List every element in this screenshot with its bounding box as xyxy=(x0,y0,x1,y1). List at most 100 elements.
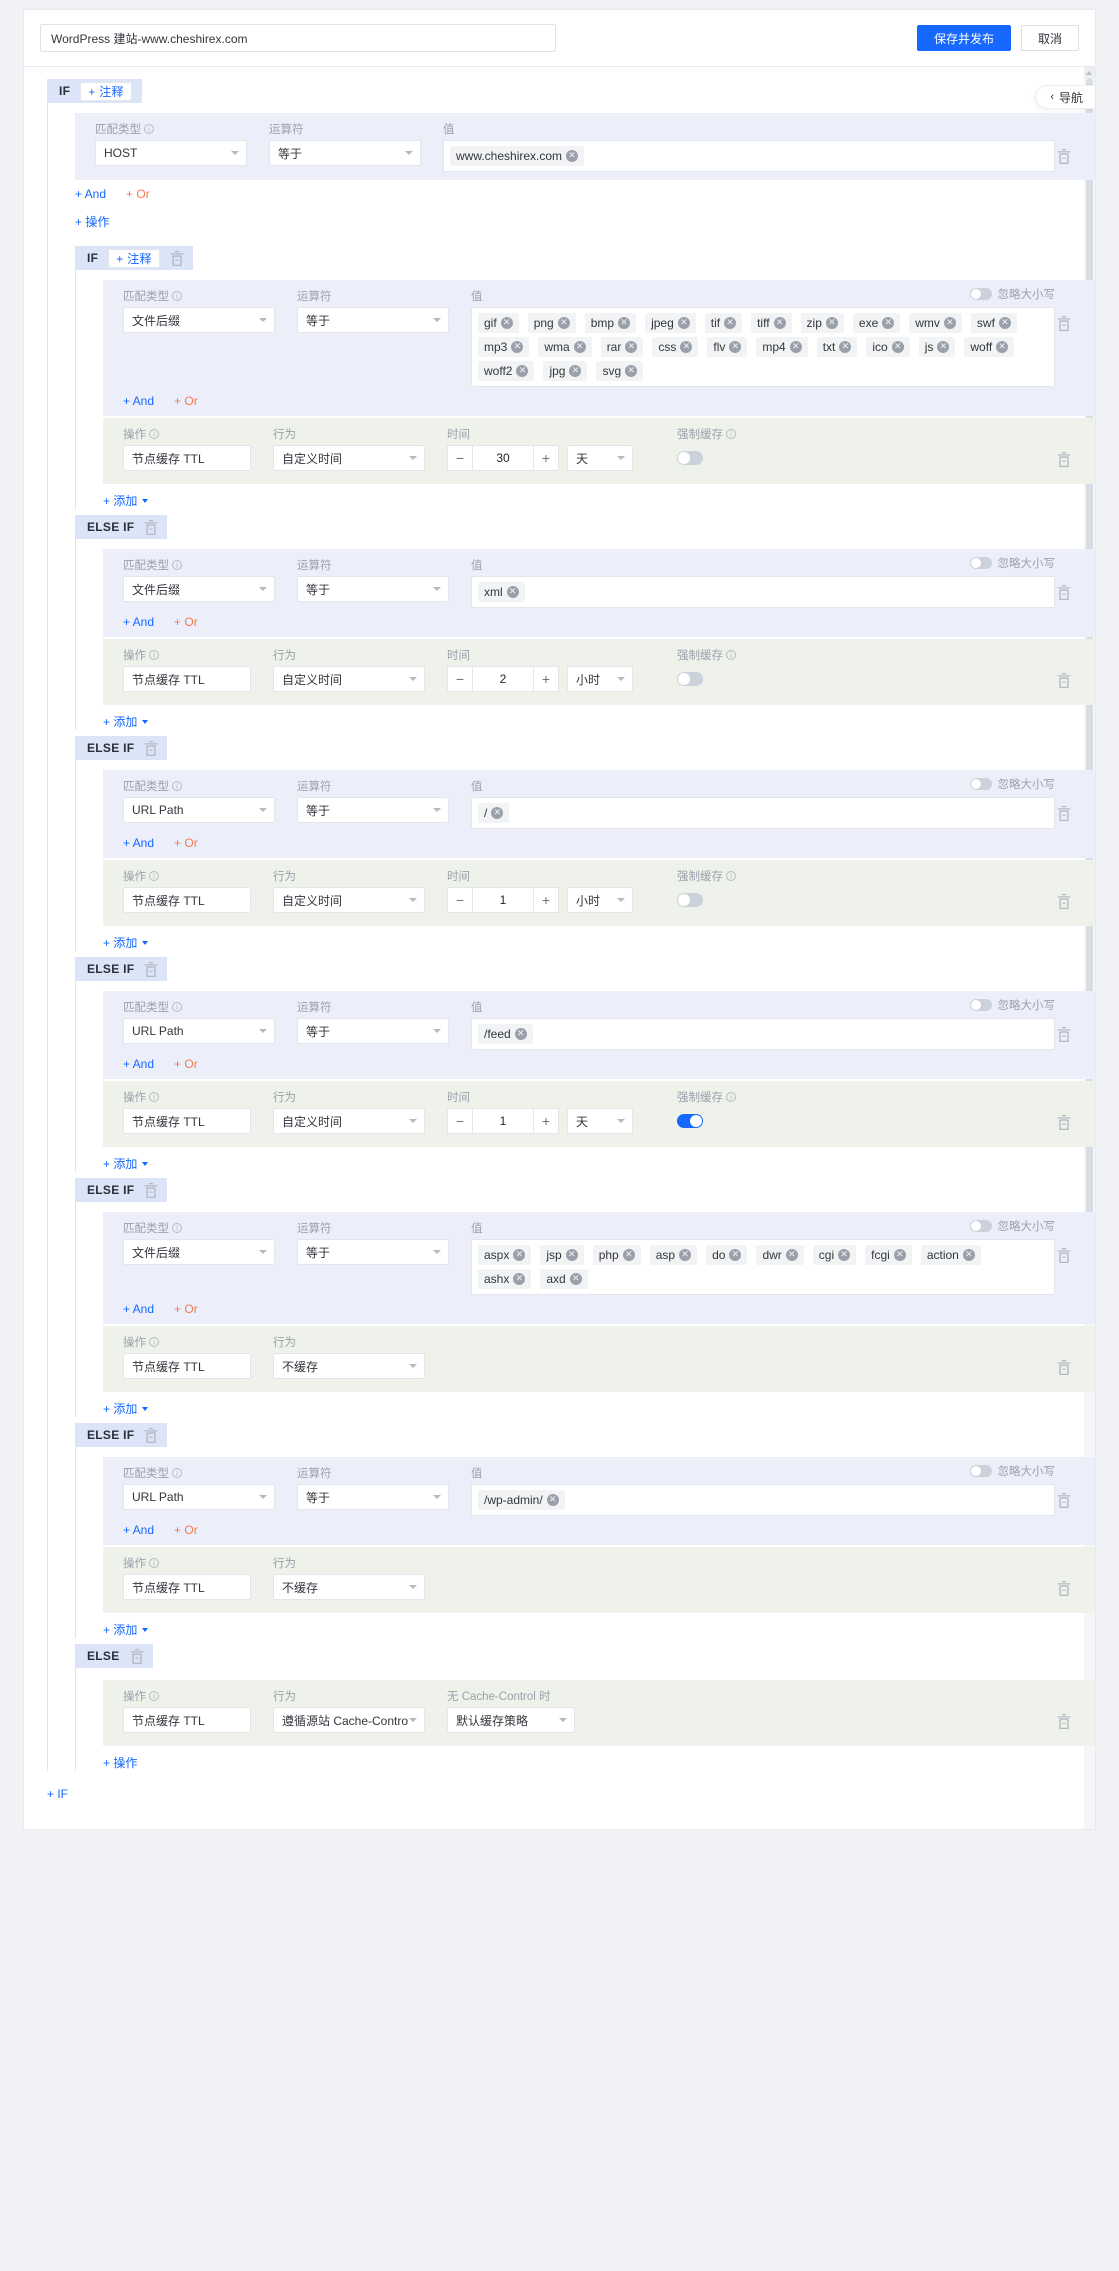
scroll-up-arrow-icon[interactable] xyxy=(1084,67,1095,78)
behavior-select[interactable]: 自定义时间 xyxy=(273,445,425,471)
root-match-type-select[interactable]: HOST xyxy=(95,140,247,166)
add-link[interactable]: + 添加 xyxy=(103,1155,137,1172)
add-or-link[interactable]: + Or xyxy=(174,394,198,408)
behavior-select[interactable]: 自定义时间 xyxy=(273,887,425,913)
remove-tag-icon[interactable]: ✕ xyxy=(569,1273,582,1285)
remove-tag-icon[interactable]: ✕ xyxy=(773,317,786,329)
ignore-case-toggle[interactable] xyxy=(969,999,992,1011)
match-type-select[interactable]: 文件后缀 xyxy=(123,576,275,602)
remove-tag-icon[interactable]: ✕ xyxy=(891,341,904,353)
remove-tag-icon[interactable]: ✕ xyxy=(729,1249,742,1261)
save-and-publish-button[interactable]: 保存并发布 xyxy=(916,25,1011,51)
remove-tag-icon[interactable]: ✕ xyxy=(618,317,631,329)
action-select[interactable]: 节点缓存 TTL xyxy=(123,1353,251,1379)
chevron-down-icon[interactable] xyxy=(142,940,149,945)
remove-tag-icon[interactable]: ✕ xyxy=(557,317,570,329)
ignore-case-toggle[interactable] xyxy=(969,288,992,300)
action-select[interactable]: 节点缓存 TTL xyxy=(123,1707,251,1733)
delete-branch-button[interactable] xyxy=(170,251,184,266)
info-icon[interactable]: i xyxy=(149,1558,159,1568)
add-action-link[interactable]: + 操作 xyxy=(75,215,109,229)
info-icon[interactable]: i xyxy=(149,1691,159,1701)
match-type-select[interactable]: URL Path xyxy=(123,1018,275,1044)
ignore-case-control[interactable]: 忽略大小写 xyxy=(969,1464,1055,1478)
add-and-link[interactable]: + And xyxy=(75,187,106,201)
add-and-link[interactable]: + And xyxy=(123,1302,154,1316)
info-icon[interactable]: i xyxy=(172,1223,182,1233)
delete-branch-button[interactable] xyxy=(144,962,158,977)
add-and-link[interactable]: + And xyxy=(123,394,154,408)
behavior-select[interactable]: 不缓存 xyxy=(273,1574,425,1600)
behavior-select[interactable]: 不缓存 xyxy=(273,1353,425,1379)
remove-tag-icon[interactable]: ✕ xyxy=(546,1494,559,1506)
remove-tag-icon[interactable]: ✕ xyxy=(785,1249,798,1261)
add-or-link[interactable]: + Or xyxy=(174,1057,198,1071)
add-and-link[interactable]: + And xyxy=(123,836,154,850)
chevron-down-icon[interactable] xyxy=(142,1406,149,1411)
delete-branch-button[interactable] xyxy=(130,1649,143,1664)
info-icon[interactable]: i xyxy=(149,650,159,660)
remove-tag-icon[interactable]: ✕ xyxy=(491,807,504,819)
remove-tag-icon[interactable]: ✕ xyxy=(500,317,513,329)
decrement-button[interactable]: − xyxy=(447,1108,473,1134)
behavior-select[interactable]: 自定义时间 xyxy=(273,666,425,692)
increment-button[interactable]: + xyxy=(533,887,559,913)
operator-select[interactable]: 等于 xyxy=(297,1018,449,1044)
delete-action-button[interactable] xyxy=(1057,673,1071,688)
time-unit-select[interactable]: 天 xyxy=(567,445,633,471)
increment-button[interactable]: + xyxy=(533,1108,559,1134)
remove-tag-icon[interactable]: ✕ xyxy=(565,1249,578,1261)
remove-tag-icon[interactable]: ✕ xyxy=(825,317,838,329)
behavior-select[interactable]: 自定义时间 xyxy=(273,1108,425,1134)
delete-branch-button[interactable] xyxy=(144,741,158,756)
ignore-case-toggle[interactable] xyxy=(969,1220,992,1232)
operator-select[interactable]: 等于 xyxy=(297,797,449,823)
ignore-case-control[interactable]: 忽略大小写 xyxy=(969,556,1055,570)
action-select[interactable]: 节点缓存 TTL xyxy=(123,1108,251,1134)
delete-branch-button[interactable] xyxy=(144,1428,158,1443)
remove-tag-icon[interactable]: ✕ xyxy=(514,1028,527,1040)
remove-tag-icon[interactable]: ✕ xyxy=(569,365,582,377)
add-or-link[interactable]: + Or xyxy=(174,615,198,629)
add-link[interactable]: + 添加 xyxy=(103,1621,137,1638)
remove-tag-icon[interactable]: ✕ xyxy=(566,150,579,162)
add-link[interactable]: + 添加 xyxy=(103,492,137,509)
remove-tag-icon[interactable]: ✕ xyxy=(838,1249,851,1261)
add-link[interactable]: + 添加 xyxy=(103,934,137,951)
cancel-button[interactable]: 取消 xyxy=(1020,25,1079,51)
remove-tag-icon[interactable]: ✕ xyxy=(513,1273,526,1285)
info-icon[interactable]: i xyxy=(172,1468,182,1478)
rule-name-input[interactable]: WordPress 建站-www.cheshirex.com xyxy=(40,24,556,52)
remove-tag-icon[interactable]: ✕ xyxy=(724,317,737,329)
delete-condition-button[interactable] xyxy=(1057,1493,1071,1508)
remove-tag-icon[interactable]: ✕ xyxy=(625,365,638,377)
remove-tag-icon[interactable]: ✕ xyxy=(622,1249,635,1261)
value-tags[interactable]: gif ✕ png ✕ bmp ✕ jpeg ✕ tif ✕ tiff ✕ zip ✕ exe ✕ wmv ✕ sw… xyxy=(471,307,1055,387)
match-type-select[interactable]: 文件后缀 xyxy=(123,1239,275,1265)
time-value[interactable]: 1 xyxy=(473,887,533,913)
ignore-case-control[interactable]: 忽略大小写 xyxy=(969,998,1055,1012)
info-icon[interactable]: i xyxy=(172,781,182,791)
remove-tag-icon[interactable]: ✕ xyxy=(506,586,519,598)
info-icon[interactable]: i xyxy=(144,124,154,134)
time-value[interactable]: 1 xyxy=(473,1108,533,1134)
delete-condition-button[interactable] xyxy=(1057,316,1071,331)
no-cache-control-select[interactable]: 默认缓存策略 xyxy=(447,1707,575,1733)
force-cache-toggle[interactable] xyxy=(677,672,703,686)
ignore-case-toggle[interactable] xyxy=(969,557,992,569)
value-tags[interactable]: aspx ✕ jsp ✕ php ✕ asp ✕ do ✕ dwr ✕ cgi ✕ fcgi ✕ action ✕… xyxy=(471,1239,1055,1295)
time-value[interactable]: 30 xyxy=(473,445,533,471)
match-type-select[interactable]: URL Path xyxy=(123,797,275,823)
operator-select[interactable]: 等于 xyxy=(297,1239,449,1265)
add-if-link[interactable]: + IF xyxy=(47,1787,68,1801)
remove-tag-icon[interactable]: ✕ xyxy=(516,365,529,377)
operator-select[interactable]: 等于 xyxy=(297,1484,449,1510)
info-icon[interactable]: i xyxy=(149,871,159,881)
remove-tag-icon[interactable]: ✕ xyxy=(962,1249,975,1261)
remove-tag-icon[interactable]: ✕ xyxy=(789,341,802,353)
chevron-down-icon[interactable] xyxy=(142,719,149,724)
remove-tag-icon[interactable]: ✕ xyxy=(996,341,1009,353)
chevron-down-icon[interactable] xyxy=(142,1627,149,1632)
operator-select[interactable]: 等于 xyxy=(297,307,449,333)
increment-button[interactable]: + xyxy=(533,666,559,692)
